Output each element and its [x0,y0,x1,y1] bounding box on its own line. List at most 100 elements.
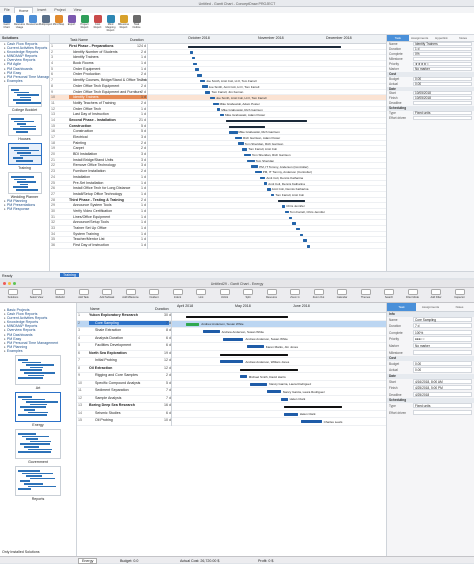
property-value-field[interactable] [413,101,472,106]
col-duration[interactable]: Duration [130,38,144,42]
task-bar[interactable] [205,91,211,94]
task-bar[interactable] [238,142,244,145]
task-bar[interactable] [199,79,206,83]
task-bar[interactable] [195,68,199,71]
inspector-tab[interactable]: Task [387,35,409,41]
select-view-button[interactable]: Select View [26,289,48,302]
page-tab-energy[interactable]: Energy [78,558,98,564]
zoom-out-button[interactable]: Zoom Out [308,289,330,302]
property-value-field[interactable]: 0.00 [413,367,472,373]
ribbon-multiproject-button[interactable]: Multiproject [39,13,52,35]
task-bar[interactable] [234,136,242,140]
ribbon-gantt-chart-button[interactable]: Gantt Chart [0,13,13,35]
task-bar[interactable] [246,345,264,348]
task-bar[interactable] [223,337,244,341]
ribbon-mind-mapping-report-button[interactable]: Mind Mapping Report [104,13,117,35]
inspector-tab[interactable]: Hyperlink [431,35,453,41]
task-bar[interactable] [306,245,311,248]
solution-item[interactable]: Examples [0,79,49,83]
summary-bar[interactable] [284,406,342,408]
task-bar[interactable] [247,159,255,163]
ribbon-cost-report-button[interactable]: Cost Report [91,13,104,35]
task-bar[interactable] [301,420,322,423]
ribbon-mind-map-button[interactable]: Mind Map [52,13,65,35]
property-value-field[interactable]: 4/16/2018, 8:00 AM [413,378,472,384]
property-value-field[interactable]: ★★★★☆ [413,62,472,67]
inspector-tab[interactable]: Assignments [409,35,431,41]
property-value-field[interactable]: 0.00 [413,76,472,81]
task-bar[interactable] [254,170,262,174]
summary-bar[interactable] [225,120,307,122]
task-bar[interactable] [288,216,293,220]
summary-bar[interactable] [188,46,341,48]
property-value-field[interactable] [413,57,472,62]
property-value-field[interactable]: 4/25/2018 [413,391,472,397]
ribbon-milestone-report-button[interactable]: Milestone Report [117,13,130,35]
summary-bar[interactable] [228,125,265,128]
add-filter-button[interactable]: Add Filter [425,289,447,302]
summary-bar[interactable] [278,199,305,202]
indent-button[interactable]: Indent [167,289,189,302]
property-value-field[interactable]: 0.00 [413,81,472,86]
filter-mode-button[interactable]: Filter Mode [402,289,424,302]
ribbon-resources-button[interactable]: Resources [26,13,39,35]
themes-button[interactable]: Themes [355,289,377,302]
task-bar[interactable] [193,62,197,66]
property-value-field[interactable]: Fixed units [413,110,472,115]
task-bar[interactable] [281,205,286,208]
example-thumb[interactable]: Energy [0,392,76,427]
task-bar[interactable] [189,51,194,54]
task-bar[interactable] [191,56,196,60]
task-bar[interactable] [270,193,275,197]
unlink-button[interactable]: Unlink [214,289,236,302]
zoom-in-button[interactable]: Zoom In [284,289,306,302]
task-bar[interactable] [228,131,238,134]
page-tab-training[interactable]: Training [60,273,79,277]
property-value-field[interactable] [413,115,472,120]
task-bar[interactable] [280,397,288,401]
property-value-field[interactable]: 4/25/2018, 5:00 PM [413,385,472,391]
task-bar[interactable] [267,188,271,191]
col-task-name[interactable]: Task Name [70,38,88,42]
task-bar[interactable] [243,153,251,157]
task-bar[interactable] [242,148,248,151]
property-value-field[interactable]: ●●●○○ [413,336,472,342]
rebuild-button[interactable]: Rebuild [49,289,71,302]
link-button[interactable]: Link [190,289,212,302]
task-bar[interactable] [267,390,281,393]
property-value-field[interactable]: No marker [413,342,472,349]
resource-button[interactable]: Resource [261,289,283,302]
task-bar[interactable] [250,382,268,386]
task-bar[interactable] [209,96,215,100]
example-thumb[interactable]: Training [0,142,49,170]
property-value-field[interactable]: 10/05/2018 [413,96,472,101]
example-thumb[interactable]: Government [0,429,76,464]
calendar-button[interactable]: Calendar [331,289,353,302]
task-bar[interactable] [219,360,244,363]
property-value-field[interactable]: Identify Trainers [413,42,472,47]
example-thumb[interactable]: Reports [0,466,76,501]
ribbon-project-report-button[interactable]: Project Report [78,13,91,35]
property-value-field[interactable]: 0.00 [413,360,472,366]
property-value-field[interactable]: 100% [413,329,472,335]
property-value-field[interactable] [413,409,472,415]
search-button[interactable]: Search [378,289,400,302]
inspector-tab[interactable]: Assignments [416,303,445,311]
property-value-field[interactable]: No marker [413,67,472,72]
col-duration[interactable]: Duration [155,307,169,311]
task-bar[interactable] [185,322,200,326]
task-bar[interactable] [216,108,221,111]
split-button[interactable]: Split [237,289,259,302]
property-value-field[interactable]: 10/05/2018 [413,91,472,96]
add-milestone-button[interactable]: Add Milestone [120,289,142,302]
inspector-tab[interactable]: Notes [452,35,474,41]
task-bar[interactable] [260,176,266,180]
task-bar[interactable] [251,165,259,168]
solution-item[interactable]: PM Response [0,207,49,211]
col-name[interactable]: Name [90,307,100,311]
ribbon-resource-usage-button[interactable]: Resource Usage [13,13,26,35]
example-thumb[interactable]: Houses [0,113,49,141]
inspector-button[interactable]: Inspector [449,289,471,302]
property-value-field[interactable]: Fixed units [413,402,472,409]
add-subtask-button[interactable]: Add Subtask [96,289,118,302]
